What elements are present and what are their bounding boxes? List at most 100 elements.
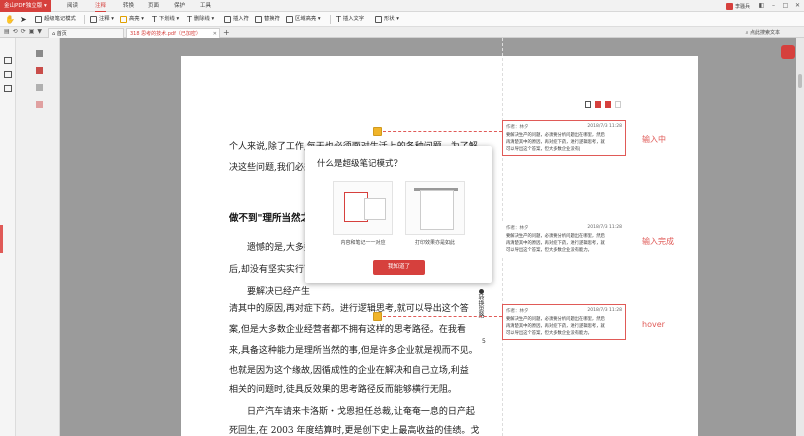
- note-date: 2018/7/3 11:28: [587, 225, 622, 230]
- doc-line: 也就是因为这个缘故,因循成性的企业在解决和自己立场,利益: [229, 366, 469, 376]
- select-tool-icon[interactable]: ➤: [20, 14, 27, 25]
- tab-document[interactable]: 318 思考的技术.pdf（已加密） ✕: [126, 28, 220, 38]
- export-note-icon[interactable]: [605, 101, 611, 108]
- area-highlight-icon: [286, 16, 293, 23]
- state-label-editing: 输入中: [642, 135, 666, 144]
- page-number: 5: [482, 338, 486, 345]
- copy-note-icon[interactable]: [585, 101, 591, 108]
- scrollbar-thumb[interactable]: [798, 74, 802, 88]
- page-thumbnail[interactable]: [36, 84, 43, 91]
- note-text: 要解决生产的问题，必须要分析问题出在哪里，然后 再清楚其中的原因，再对症下药，进…: [506, 317, 605, 336]
- search-text-link[interactable]: ⌕ 点此搜索文本: [746, 28, 780, 38]
- delete-note-icon[interactable]: [595, 101, 601, 108]
- floating-tool-button[interactable]: [781, 45, 795, 59]
- tab-home[interactable]: ⌂ 首页: [48, 28, 124, 38]
- comments-icon[interactable]: [4, 71, 12, 78]
- caption-left: 内容和笔记一一对应: [340, 240, 386, 246]
- highlight-icon: [120, 16, 127, 23]
- title-bar: 金山PDF独立版 ▾ 阅读 注释 转换 页面 保护 工具 李骚兵 ◧ – □ ✕: [0, 0, 804, 12]
- outline-icon[interactable]: [4, 57, 12, 64]
- got-it-button[interactable]: 我知道了: [373, 260, 425, 275]
- page-thumbnail[interactable]: [36, 50, 43, 57]
- dialog-title: 什么是超级笔记模式？: [317, 159, 403, 169]
- close-icon[interactable]: ✕: [793, 1, 802, 11]
- thumbnails-icon[interactable]: [4, 85, 12, 92]
- shape-icon: [375, 16, 382, 23]
- strikethrough-icon: T: [187, 15, 192, 24]
- user-name: 李骚兵: [734, 3, 750, 10]
- skin-icon[interactable]: ◧: [757, 1, 766, 11]
- doc-line: 清其中的原因,再对症下药。进行逻辑思考,就可以导出这个答: [229, 304, 469, 314]
- note-card-editing[interactable]: 作者：林夕 2018/7/3 11:28 要解决生产的问题，必须要分析问题出在哪…: [502, 120, 626, 156]
- tab-bar: ▤⟲⟳▣▼ ⌂ 首页 318 思考的技术.pdf（已加密） ✕ + ⌕ 点此搜索…: [0, 27, 804, 38]
- doc-line: 决这些问题,我们必须: [229, 163, 313, 173]
- note-marker-icon[interactable]: [373, 312, 382, 321]
- more-note-icon[interactable]: [615, 101, 621, 108]
- page-thumbnail[interactable]: [36, 101, 43, 108]
- state-label-hover: hover: [642, 320, 665, 329]
- replace-symbol-button[interactable]: 替换符: [255, 14, 280, 25]
- add-tab-icon[interactable]: +: [223, 27, 230, 38]
- note-card-hover[interactable]: 作者：林夕 2018/7/3 11:28 要解决生产的问题，必须要分析问题出在哪…: [502, 304, 626, 340]
- doc-line: 死回生,在 2003 年度结算时,更是创下史上最高收益的佳绩。戈: [229, 426, 480, 436]
- doc-heading: 做不到"理所当然之: [229, 213, 310, 224]
- doc-line: 案,但是大多数企业经营者都不拥有这样的思考路径。在我看: [229, 325, 466, 335]
- app-menu-button[interactable]: 金山PDF独立版 ▾: [0, 0, 51, 12]
- quick-access-icons[interactable]: ▤⟲⟳▣▼: [4, 28, 45, 35]
- underline-icon: T: [152, 15, 157, 24]
- menu-tab-protect[interactable]: 保护: [174, 0, 185, 12]
- doc-line: 来,具备这种能力是理所当然的事,但是许多企业就是视而不见。: [229, 346, 478, 356]
- page-thumbnail[interactable]: [36, 67, 43, 74]
- avatar: [725, 2, 733, 10]
- note-author: 作者：林夕: [506, 125, 529, 130]
- toolbar-divider: [84, 15, 85, 24]
- note-date: 2018/7/3 11:28: [587, 308, 622, 313]
- insert-symbol-icon: [224, 16, 231, 23]
- note-marker-icon[interactable]: [373, 127, 382, 136]
- note-author: 作者：林夕: [506, 309, 529, 314]
- minimize-icon[interactable]: –: [769, 1, 778, 11]
- shape-button[interactable]: 形状 ▾: [375, 14, 399, 25]
- menu-tab-read[interactable]: 阅读: [67, 0, 78, 12]
- content-note-illustration: [333, 181, 393, 235]
- caption-right: 打印效果亦是如此: [414, 240, 455, 246]
- toolbar-divider: [330, 15, 331, 24]
- note-text[interactable]: 要解决生产的问题，必须要分析问题出在哪里，然后 再清楚其中的原因，再对症下药，进…: [506, 132, 622, 153]
- menu-tab-annotate[interactable]: 注释: [95, 0, 107, 12]
- note-icon: [90, 16, 97, 23]
- print-illustration: [405, 181, 465, 235]
- annotation-toolbar: ✋ ➤ 超级笔记模式 注释 ▾ 高亮 ▾ T 下划线 ▾ T 删除线 ▾ 插入符…: [0, 12, 804, 27]
- replace-symbol-icon: [255, 16, 262, 23]
- doc-line: 相关的问题时,徒具反效果的思考路径反而能够横行无阻。: [229, 385, 457, 395]
- doc-line: 遗憾的是,大多数: [247, 243, 313, 253]
- highlight-button[interactable]: 高亮 ▾: [120, 14, 144, 25]
- menu-tab-tools[interactable]: 工具: [200, 0, 211, 12]
- vertical-scrollbar[interactable]: [796, 38, 804, 436]
- insert-symbol-button[interactable]: 插入符: [224, 14, 249, 25]
- strikethrough-button[interactable]: T 删除线 ▾: [187, 14, 214, 25]
- underline-button[interactable]: T 下划线 ▾: [152, 14, 179, 25]
- note-author: 作者：林夕: [506, 226, 529, 231]
- area-highlight-button[interactable]: 区域高亮 ▾: [286, 14, 321, 25]
- super-note-icon: [35, 16, 42, 23]
- note-card-complete[interactable]: 作者：林夕 2018/7/3 11:28 要解决生产的问题，必须要分析问题出在哪…: [502, 221, 626, 257]
- note-text: 要解决生产的问题，必须要分析问题出在哪里，然后 再清楚其中的原因，再对症下药，进…: [506, 234, 605, 253]
- note-leader-line: [383, 316, 502, 317]
- menu-tab-page[interactable]: 页面: [148, 0, 159, 12]
- note-button[interactable]: 注释 ▾: [90, 14, 114, 25]
- super-note-button[interactable]: 超级笔记模式: [35, 14, 76, 25]
- thumbnail-panel: [16, 38, 60, 436]
- note-toolbar: [585, 101, 621, 108]
- doc-line: 日产汽车请来卡洛斯・戈恩担任总裁,让奄奄一息的日产起: [247, 407, 475, 417]
- note-leader-line: [383, 131, 502, 132]
- super-note-dialog: 什么是超级笔记模式？ 内容和笔记一一对应 打印效果亦是如此 我知道了: [305, 146, 492, 283]
- text-icon: T: [336, 15, 341, 24]
- user-area[interactable]: 李骚兵: [725, 2, 750, 10]
- hand-tool-icon[interactable]: ✋: [5, 14, 15, 25]
- note-date: 2018/7/3 11:28: [587, 124, 622, 129]
- doc-line: 后,却没有坚实实行下: [229, 265, 313, 275]
- menu-tab-convert[interactable]: 转换: [123, 0, 134, 12]
- state-label-complete: 输入完成: [642, 237, 674, 246]
- insert-text-button[interactable]: T 插入文字: [336, 14, 364, 25]
- maximize-icon[interactable]: □: [781, 1, 790, 11]
